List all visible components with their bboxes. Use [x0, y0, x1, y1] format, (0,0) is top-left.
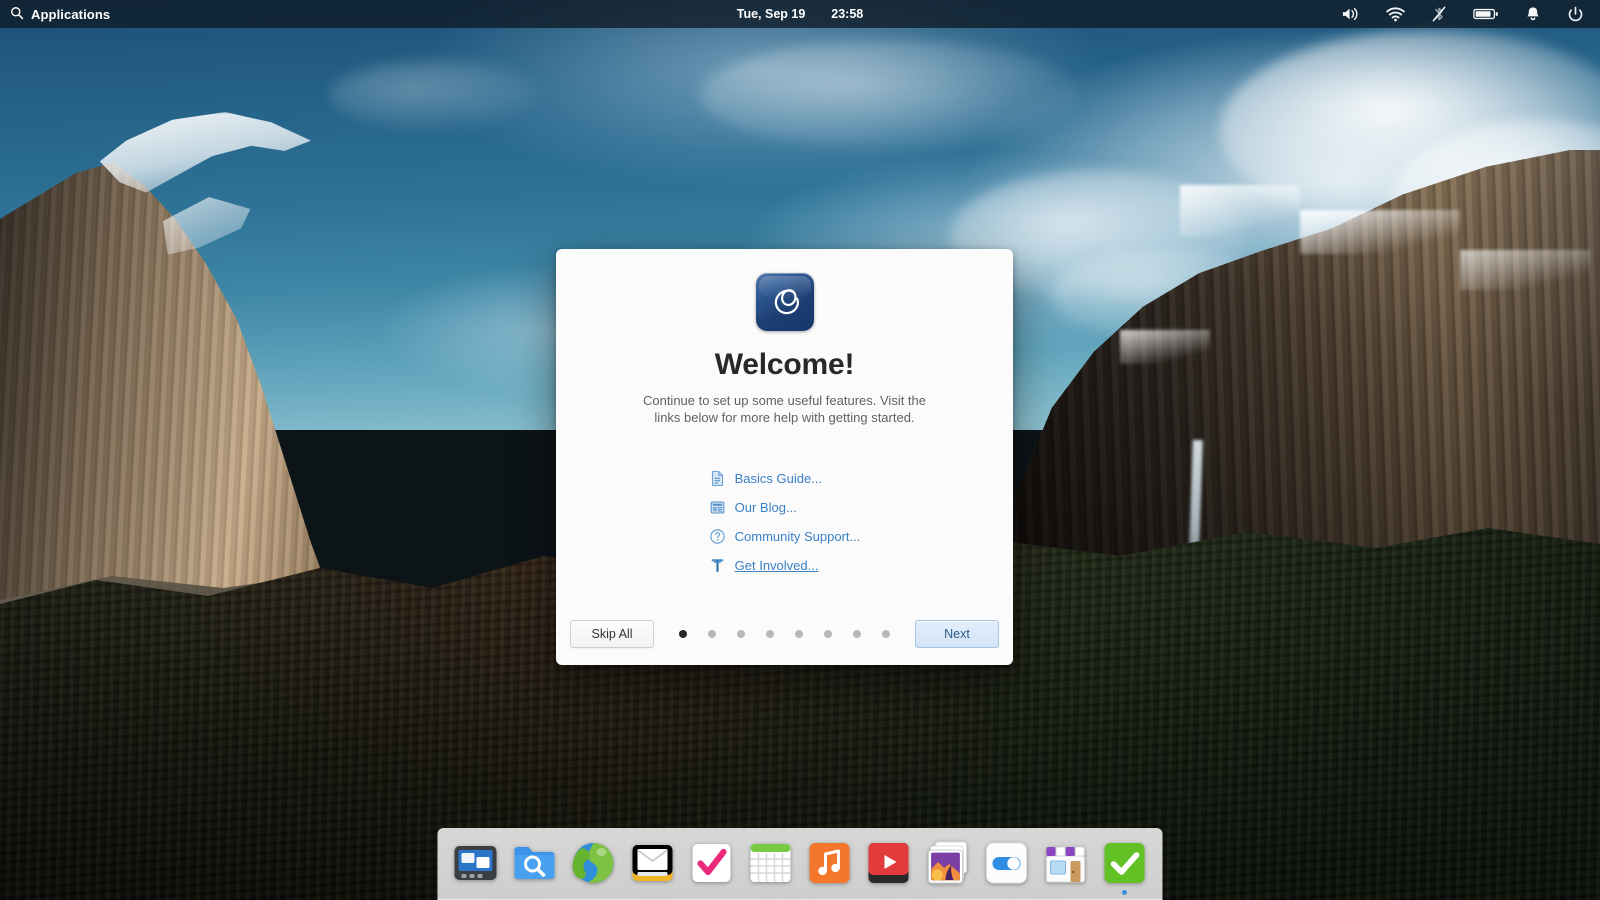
panel-time[interactable]: 23:58 [831, 7, 863, 21]
link-basics-guide[interactable]: Basics Guide... [709, 470, 861, 487]
running-indicator [1122, 890, 1127, 895]
search-icon [10, 6, 24, 23]
dock-item-appcenter[interactable] [1042, 839, 1090, 887]
dock-item-installer[interactable] [1101, 839, 1149, 887]
page-dot-1[interactable] [679, 630, 687, 638]
link-label: Basics Guide... [735, 471, 822, 486]
wallpaper-snow-patch [1120, 330, 1210, 364]
help-circle-icon [709, 528, 726, 545]
applications-menu-label: Applications [31, 7, 110, 22]
notification-bell-icon[interactable] [1525, 6, 1541, 23]
appcenter-icon [1042, 839, 1090, 887]
photos-icon [924, 839, 972, 887]
dock-item-settings[interactable] [983, 839, 1031, 887]
dock-item-photos[interactable] [924, 839, 972, 887]
dock [438, 828, 1163, 900]
bluetooth-disabled-icon[interactable] [1431, 5, 1447, 23]
power-icon[interactable] [1567, 6, 1584, 23]
get-involved-icon [709, 557, 726, 574]
page-dot-4[interactable] [766, 630, 774, 638]
link-label: Our Blog... [735, 500, 797, 515]
wallpaper-snow-patch [1460, 250, 1590, 290]
dock-item-tasks[interactable] [688, 839, 736, 887]
videos-icon [865, 839, 913, 887]
files-icon [511, 839, 559, 887]
page-dot-2[interactable] [708, 630, 716, 638]
top-panel: Applications Tue, Sep 19 23:58 [0, 0, 1600, 28]
dock-item-mail[interactable] [629, 839, 677, 887]
wallpaper-snow-patch [1300, 210, 1460, 254]
dock-item-web[interactable] [570, 839, 618, 887]
web-browser-icon [570, 839, 618, 887]
page-title: Welcome! [715, 348, 855, 382]
calendar-icon [747, 839, 795, 887]
document-icon [709, 470, 726, 487]
news-icon [709, 499, 726, 516]
dialog-footer: Skip All Next [556, 603, 1013, 665]
mail-icon [629, 839, 677, 887]
dock-item-videos[interactable] [865, 839, 913, 887]
tasks-icon [688, 839, 736, 887]
battery-icon[interactable] [1473, 7, 1499, 21]
page-dot-8[interactable] [882, 630, 890, 638]
dock-item-files[interactable] [511, 839, 559, 887]
link-label: Get Involved... [735, 558, 819, 573]
link-get-involved[interactable]: Get Involved... [709, 557, 861, 574]
settings-icon [983, 839, 1031, 887]
wifi-icon[interactable] [1386, 7, 1405, 22]
welcome-dialog: Welcome! Continue to set up some useful … [556, 249, 1013, 665]
dock-item-calendar[interactable] [747, 839, 795, 887]
page-dot-3[interactable] [737, 630, 745, 638]
music-icon [806, 839, 854, 887]
applications-menu-button[interactable]: Applications [0, 6, 110, 23]
link-label: Community Support... [735, 529, 861, 544]
volume-icon[interactable] [1341, 6, 1360, 22]
dock-item-multitasking[interactable] [452, 839, 500, 887]
help-links-list: Basics Guide... Our Blog... [709, 470, 861, 574]
page-dot-5[interactable] [795, 630, 803, 638]
skip-all-button[interactable]: Skip All [570, 620, 654, 648]
link-community-support[interactable]: Community Support... [709, 528, 861, 545]
link-our-blog[interactable]: Our Blog... [709, 499, 861, 516]
page-dot-7[interactable] [853, 630, 861, 638]
installer-icon [1101, 839, 1149, 887]
page-subtitle: Continue to set up some useful features.… [640, 392, 930, 426]
panel-date[interactable]: Tue, Sep 19 [737, 7, 806, 21]
multitasking-icon [452, 839, 500, 887]
wallpaper-snow-patch [1180, 185, 1300, 237]
desktop[interactable]: Applications Tue, Sep 19 23:58 [0, 0, 1600, 900]
page-dot-6[interactable] [824, 630, 832, 638]
panel-indicators [1341, 5, 1600, 23]
next-button[interactable]: Next [915, 620, 999, 648]
elementary-logo-icon [756, 273, 814, 331]
dock-item-music[interactable] [806, 839, 854, 887]
